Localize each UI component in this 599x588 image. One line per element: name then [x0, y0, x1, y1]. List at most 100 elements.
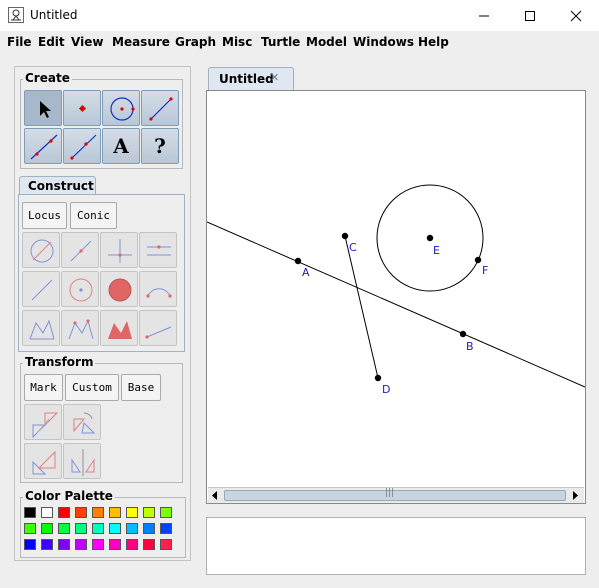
point-tool-button[interactable] [63, 90, 101, 126]
color-swatch[interactable] [126, 539, 138, 550]
perpendicular-line-button[interactable] [100, 232, 138, 268]
segment-icon [149, 97, 173, 121]
translate-button[interactable] [24, 404, 62, 440]
color-swatch[interactable] [126, 523, 138, 534]
parallel-icon [147, 245, 171, 256]
tab-close-icon[interactable]: ✕ [270, 71, 279, 84]
menu-file[interactable]: File [7, 35, 32, 49]
point-label-f: F [482, 264, 488, 277]
menu-graph[interactable]: Graph [175, 35, 216, 49]
point-f[interactable] [474, 256, 482, 264]
menu-misc[interactable]: Misc [222, 35, 252, 49]
color-swatch[interactable] [24, 507, 36, 518]
polygon-button[interactable] [22, 310, 60, 346]
color-swatch[interactable] [75, 523, 87, 534]
point-label-e: E [433, 244, 440, 257]
color-swatch[interactable] [58, 523, 70, 534]
perpendicular-circle-button[interactable] [22, 232, 60, 268]
color-swatch[interactable] [126, 507, 138, 518]
scroll-thumb[interactable]: ||| [224, 488, 566, 501]
color-swatch[interactable] [143, 539, 155, 550]
point-b[interactable] [459, 330, 467, 338]
color-swatch[interactable] [109, 523, 121, 534]
color-swatch[interactable] [92, 507, 104, 518]
arc-button[interactable] [139, 271, 177, 307]
color-swatch[interactable] [58, 507, 70, 518]
vector-button[interactable] [139, 310, 177, 346]
circle-interior-button[interactable] [100, 271, 138, 307]
circle-center-button[interactable] [61, 271, 99, 307]
custom-button[interactable]: Custom [65, 374, 119, 401]
arrow-pointer-icon [40, 101, 51, 118]
circle-icon [110, 97, 135, 121]
message-area[interactable] [206, 517, 586, 575]
rotate-button[interactable] [63, 404, 101, 440]
line-tool-button[interactable] [24, 128, 62, 164]
color-swatch[interactable] [92, 539, 104, 550]
point-a[interactable] [294, 257, 302, 265]
dilate-button[interactable] [24, 443, 62, 479]
close-window-button[interactable] [553, 0, 599, 31]
sketch-canvas[interactable]: A B C D E F [206, 90, 586, 504]
help-tool-button[interactable]: ? [141, 128, 179, 164]
minimize-button[interactable] [461, 0, 507, 31]
menu-view[interactable]: View [71, 35, 103, 49]
mark-button[interactable]: Mark [24, 374, 63, 401]
color-swatch[interactable] [109, 507, 121, 518]
tab-untitled[interactable]: Untitled ✕ [208, 67, 294, 90]
color-swatch[interactable] [75, 507, 87, 518]
color-swatch[interactable] [75, 539, 87, 550]
color-swatch[interactable] [24, 539, 36, 550]
color-swatch[interactable] [41, 507, 53, 518]
rotate-icon [73, 412, 96, 434]
point-c[interactable] [341, 232, 349, 240]
point-label-c: C [349, 241, 357, 254]
menu-edit[interactable]: Edit [38, 35, 65, 49]
polygon-fill-icon [108, 321, 132, 339]
menu-turtle[interactable]: Turtle [261, 35, 300, 49]
menu-measure[interactable]: Measure [112, 35, 170, 49]
color-swatch[interactable] [24, 523, 36, 534]
reflect-button[interactable] [63, 443, 101, 479]
color-swatch[interactable] [92, 523, 104, 534]
horizontal-scrollbar[interactable]: ||| [208, 487, 584, 503]
color-swatch[interactable] [143, 523, 155, 534]
tab-construct[interactable]: Construct [19, 176, 96, 195]
circle-tool-button[interactable] [102, 90, 140, 126]
polygon-interior-button[interactable] [100, 310, 138, 346]
color-swatch[interactable] [41, 523, 53, 534]
close-icon [570, 10, 582, 21]
conic-button[interactable]: Conic [70, 202, 117, 229]
app-logo-icon [8, 7, 24, 23]
scroll-right-arrow-icon[interactable] [570, 490, 580, 501]
segment-construct-button[interactable] [22, 271, 60, 307]
locus-button[interactable]: Locus [22, 202, 67, 229]
parallel-line-button[interactable] [139, 232, 177, 268]
point-e[interactable] [426, 234, 434, 242]
sketch-drawing[interactable]: A B C D E F [207, 91, 585, 487]
text-tool-button[interactable]: A [102, 128, 140, 164]
polygon-points-button[interactable] [61, 310, 99, 346]
color-swatch[interactable] [160, 539, 172, 550]
menu-help[interactable]: Help [418, 35, 449, 49]
point-d[interactable] [374, 374, 382, 382]
color-swatch[interactable] [160, 523, 172, 534]
base-button[interactable]: Base [121, 374, 161, 401]
maximize-button[interactable] [507, 0, 553, 31]
translate-icon [32, 412, 59, 439]
midpoint-button[interactable] [61, 232, 99, 268]
color-swatch[interactable] [41, 539, 53, 550]
segment-cd[interactable] [344, 235, 379, 379]
ray-tool-button[interactable] [63, 128, 101, 164]
color-swatch[interactable] [143, 507, 155, 518]
menu-windows[interactable]: Windows [353, 35, 414, 49]
scroll-left-arrow-icon[interactable] [210, 490, 220, 501]
color-swatch[interactable] [160, 507, 172, 518]
color-swatch[interactable] [58, 539, 70, 550]
select-tool-button[interactable] [24, 90, 62, 126]
point-label-b: B [466, 340, 474, 353]
segment-tool-button[interactable] [141, 90, 179, 126]
menu-model[interactable]: Model [306, 35, 347, 49]
color-swatch[interactable] [109, 539, 121, 550]
line-ab[interactable] [207, 221, 585, 388]
